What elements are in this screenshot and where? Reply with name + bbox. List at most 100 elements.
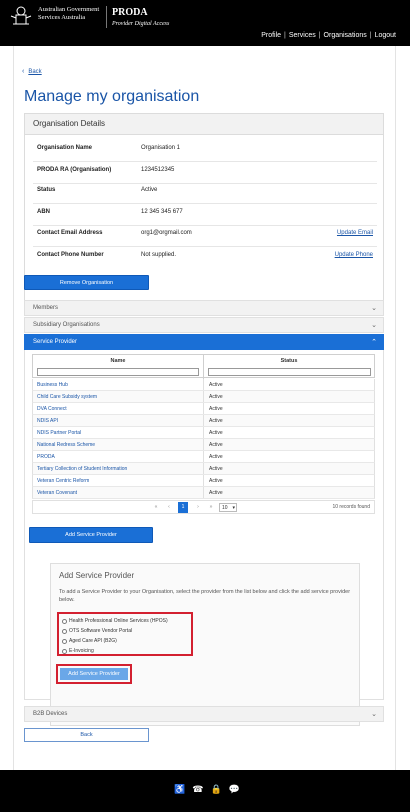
page-size-value: 10 [222,505,228,511]
current-page-button[interactable]: 1 [178,502,188,513]
accordion-members[interactable]: Members ⌄ [24,300,384,316]
table-row: NDIS Partner Portal Active [32,427,375,439]
back-link[interactable]: ‹ Back [22,68,42,75]
detail-row-status: Status Active [37,187,377,201]
brand-subtitle: Provider Digital Access [112,21,170,27]
provider-name-link[interactable]: Business Hub [37,382,68,388]
detail-label: PRODA RA (Organisation) [37,167,112,173]
next-page-button[interactable]: › [193,504,203,510]
page-title: Manage my organisation [24,88,200,105]
provider-name-link[interactable]: DVA Connect [37,406,67,412]
add-service-provider-button[interactable]: Add Service Provider [29,527,153,543]
details-heading: Organisation Details [25,114,383,135]
detail-label: ABN [37,209,50,215]
accordion-subsidiary-organisations[interactable]: Subsidiary Organisations ⌄ [24,317,384,333]
column-divider [203,487,204,498]
column-divider [203,463,204,474]
provider-name-link[interactable]: NDIS Partner Portal [37,430,81,436]
nav-profile-link[interactable]: Profile [261,32,281,39]
back-link-label: Back [28,68,42,75]
divider [33,246,377,247]
footer-icons: ♿ ☎ 🔒 💬 [174,784,240,795]
column-divider [203,403,204,414]
provider-options-group: Health Professional Online Services (HPO… [57,612,193,656]
chat-icon[interactable]: 💬 [229,784,240,795]
column-divider [203,379,204,390]
chevron-up-icon: ⌃ [371,339,377,346]
accordion-service-provider[interactable]: Service Provider ⌃ [24,334,384,350]
phone-icon[interactable]: ☎ [192,784,203,795]
provider-status: Active [209,418,223,424]
column-header-name[interactable]: Name [33,358,203,364]
chevron-down-icon: ⌄ [371,322,377,329]
update-email-link[interactable]: Update Email [337,230,373,236]
table-pager: « ‹ 1 › » 10 ▾ 10 records found [32,500,375,514]
provider-name-link[interactable]: Tertiary Collection of Student Informati… [37,466,127,472]
back-button[interactable]: Back [24,728,149,742]
provider-name-link[interactable]: Veteran Covenant [37,490,77,496]
chevron-down-icon: ▾ [232,505,235,511]
provider-name-link[interactable]: Child Care Subsidy system [37,394,97,400]
provider-option[interactable]: E-Invoicing [62,646,188,656]
remove-organisation-button[interactable]: Remove Organisation [24,275,149,290]
name-filter-input[interactable] [37,368,199,376]
divider [33,225,377,226]
column-divider [203,475,204,486]
provider-option[interactable]: Health Professional Online Services (HPO… [62,616,188,626]
add-panel-title: Add Service Provider [59,571,135,580]
lock-icon[interactable]: 🔒 [210,784,221,795]
provider-name-link[interactable]: NDIS API [37,418,58,424]
radio-button[interactable] [62,648,67,654]
accordion-label: Subsidiary Organisations [33,322,100,328]
coat-of-arms-icon [10,6,32,25]
provider-status: Active [209,430,223,436]
submit-add-service-provider-button[interactable]: Add Service Provider [60,668,128,680]
accordion-b2b-devices[interactable]: B2B Devices ⌄ [24,706,384,722]
provider-name-link[interactable]: National Redress Scheme [37,442,95,448]
nav-separator: | [369,32,372,39]
column-header-status[interactable]: Status [204,358,374,364]
provider-status: Active [209,478,223,484]
top-header: Australian Government Services Australia… [0,0,410,46]
nav-organisations-link[interactable]: Organisations [324,32,367,39]
option-label: OTS Software Vendor Portal [69,628,133,634]
provider-name-link[interactable]: Veteran Centric Reform [37,478,89,484]
nav-logout-link[interactable]: Logout [375,32,396,39]
detail-value: Organisation 1 [141,145,181,151]
accessibility-icon[interactable]: ♿ [174,784,185,795]
radio-button[interactable] [62,628,67,634]
provider-option[interactable]: Aged Care API (B2G) [62,636,188,646]
header-divider [106,6,107,28]
divider [33,161,377,162]
table-row: National Redress Scheme Active [32,439,375,451]
brand-title: PRODA [112,7,148,18]
column-divider [203,415,204,426]
update-phone-link[interactable]: Update Phone [335,252,373,258]
first-page-button[interactable]: « [151,504,161,510]
option-label: E-Invoicing [69,648,94,654]
provider-name-link[interactable]: PRODA [37,454,55,460]
detail-label: Contact Phone Number [37,252,104,258]
detail-value: Not supplied. [141,252,177,258]
column-divider [203,451,204,462]
column-divider [203,439,204,450]
government-wordmark: Australian Government Services Australia [38,6,100,21]
radio-button[interactable] [62,638,67,644]
add-panel-description: To add a Service Provider to your Organi… [59,589,351,603]
radio-button[interactable] [62,618,67,624]
detail-row-email: Contact Email Address org1@orgmail.com U… [37,230,377,244]
last-page-button[interactable]: » [206,504,216,510]
provider-status: Active [209,466,223,472]
nav-separator: | [284,32,286,39]
status-filter-input[interactable] [208,368,371,376]
column-divider [203,427,204,438]
accordion-label: B2B Devices [33,711,68,717]
top-nav: Profile | Services | Organisations | Log… [261,32,396,39]
detail-row-abn: ABN 12 345 345 677 [37,209,377,223]
previous-page-button[interactable]: ‹ [164,504,174,510]
provider-option[interactable]: OTS Software Vendor Portal [62,626,188,636]
accordion-label: Members [33,305,59,311]
table-row: NDIS API Active [32,415,375,427]
page-size-select[interactable]: 10 ▾ [219,503,237,512]
nav-services-link[interactable]: Services [289,32,316,39]
